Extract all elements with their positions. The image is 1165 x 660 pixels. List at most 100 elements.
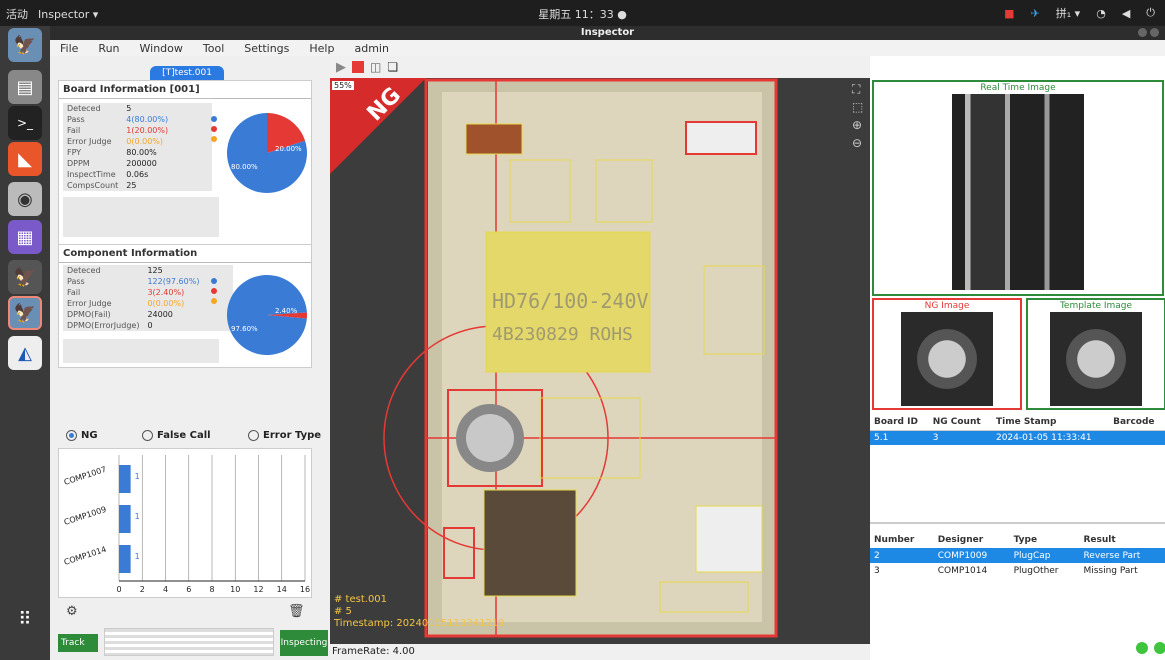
component-info-table: Deteced 125 Pass 122(97.60%) Fail 3(2.40%) Err… xyxy=(63,265,234,331)
inspecting-button[interactable]: Inspecting xyxy=(280,630,328,656)
camera-icon[interactable]: ◉ xyxy=(8,182,42,216)
board-info-value: 0(0.00%) xyxy=(122,136,213,147)
board-info-card: Board Information [001] Deteced 5 Pass 4(80… xyxy=(58,80,312,246)
track-button[interactable]: Track xyxy=(58,634,98,652)
job-tab[interactable]: [T]test.001 xyxy=(150,66,224,80)
media-app-icon[interactable]: ◣ xyxy=(8,142,42,176)
radio-false-call[interactable]: False Call xyxy=(142,430,211,441)
pie-fail-label: 2.40% xyxy=(275,307,298,315)
menu-file[interactable]: File xyxy=(60,42,78,55)
board-info-row: FPY 80.00% xyxy=(63,147,213,158)
bar-value-label: 1 xyxy=(135,552,140,561)
zoom-in-icon[interactable]: ⊕ xyxy=(852,118,862,132)
comp-table-header[interactable]: Number xyxy=(870,532,934,548)
volume-icon[interactable]: ◀ xyxy=(1122,7,1130,20)
stop-icon[interactable] xyxy=(352,61,364,73)
component-info-value: 125 xyxy=(143,265,234,276)
x-tick-label: 6 xyxy=(186,585,191,594)
board-info-row: DPPM 200000 xyxy=(63,158,213,169)
menu-run[interactable]: Run xyxy=(98,42,119,55)
radio-error-type[interactable]: Error Type xyxy=(248,430,321,441)
board-info-key: Error Judge xyxy=(63,136,123,147)
board-info-value: 4(80.00%) xyxy=(122,114,213,125)
template-image[interactable] xyxy=(1050,312,1142,406)
menu-settings[interactable]: Settings xyxy=(244,42,289,55)
comp-table-cell: COMP1009 xyxy=(933,548,1010,563)
board-info-row: Deteced 5 xyxy=(63,103,213,114)
component-info-row: Pass 122(97.60%) xyxy=(63,276,234,287)
wifi-icon[interactable]: ◔ xyxy=(1096,7,1106,20)
board-image-view[interactable]: HD76/100-240V 4B230829 ROHS 55% NG ⛶ ⬚ ⊕… xyxy=(330,78,870,644)
board-info-value: 200000 xyxy=(122,158,213,169)
video-app-icon[interactable]: ▦ xyxy=(8,220,42,254)
power-icon[interactable]: ⏻ xyxy=(1146,6,1155,20)
pie-fail-label: 20.00% xyxy=(275,145,302,153)
fit-icon[interactable]: ⛶ xyxy=(852,82,860,97)
split-view-icon[interactable]: ◫ xyxy=(370,60,381,74)
bar-value-label: 1 xyxy=(135,472,140,481)
clock[interactable]: 星期五 11：33 ● xyxy=(0,6,1165,22)
judge-status-dot xyxy=(211,136,217,142)
board-table-header[interactable]: Barcode xyxy=(1109,414,1165,430)
realtime-image[interactable] xyxy=(952,94,1084,290)
ng-image[interactable] xyxy=(901,312,993,406)
bar-value-label: 1 xyxy=(135,512,140,521)
radio-ng[interactable]: NG xyxy=(66,430,98,441)
eagle-app-icon[interactable]: 🦅 xyxy=(8,28,42,62)
bar-comp1007[interactable] xyxy=(119,465,131,493)
actual-size-icon[interactable]: ⬚ xyxy=(852,100,863,114)
app-grid-icon[interactable]: ⠿ xyxy=(8,602,42,636)
zoom-out-icon[interactable]: ⊖ xyxy=(852,136,862,150)
board-info-value: 1(20.00%) xyxy=(122,125,213,136)
comp-table-row[interactable]: 2 COMP1009 PlugCap Reverse Part xyxy=(870,548,1165,563)
inspector-app-icon[interactable]: 🦅 xyxy=(8,296,42,330)
ime-indicator[interactable]: 拼₁ ▾ xyxy=(1056,5,1080,21)
layers-icon[interactable]: ❏ xyxy=(387,60,398,74)
terminal-icon[interactable]: >_ xyxy=(8,106,42,140)
editor-app-icon[interactable]: ◭ xyxy=(8,336,42,370)
close-button[interactable] xyxy=(1150,28,1159,37)
board-table-header[interactable]: Time Stamp xyxy=(991,414,1110,430)
pcb-label-2: 4B230829 ROHS xyxy=(492,324,633,345)
x-tick-label: 14 xyxy=(277,585,287,594)
comp-table-cell: 2 xyxy=(870,548,934,563)
radio-ng-indicator[interactable] xyxy=(66,430,77,441)
play-icon[interactable]: ▶ xyxy=(336,60,346,75)
component-info-key: DPMO(Fail) xyxy=(63,309,144,320)
network-icon[interactable]: ✈ xyxy=(1031,7,1040,20)
bar-comp1014[interactable] xyxy=(119,545,131,573)
comp-table-cell: 3 xyxy=(874,565,880,576)
bird-app-icon[interactable]: 🦅 xyxy=(8,260,42,294)
settings-icon[interactable]: ⚙ xyxy=(66,604,78,619)
component-info-key: Fail xyxy=(63,287,144,298)
component-info-value: 0 xyxy=(143,320,234,331)
record-icon[interactable]: ■ xyxy=(1004,7,1014,20)
board-table-row[interactable]: 5.1 3 2024-01-05 11:33:41 xyxy=(870,430,1165,445)
comp-table-header[interactable]: Designer xyxy=(933,532,1010,548)
menu-window[interactable]: Window xyxy=(140,42,183,55)
status-light-1 xyxy=(1136,642,1148,654)
menu-help[interactable]: Help xyxy=(309,42,334,55)
trash-icon[interactable]: 🗑 xyxy=(288,604,305,619)
comp-table-header[interactable]: Result xyxy=(1079,532,1165,548)
board-table-header[interactable]: NG Count xyxy=(928,414,992,430)
minimize-button[interactable] xyxy=(1138,28,1147,37)
component-info-row: Deteced 125 xyxy=(63,265,234,276)
radio-error-type-indicator[interactable] xyxy=(248,430,259,441)
component-pie-chart: 97.60% 2.40% xyxy=(227,275,307,356)
board-table-header[interactable]: Board ID xyxy=(870,414,929,430)
realtime-image-title: Real Time Image xyxy=(980,83,1056,93)
comp-table-header[interactable]: Type xyxy=(1009,532,1080,548)
menu-user[interactable]: admin xyxy=(354,42,388,55)
bar-comp1009[interactable] xyxy=(119,505,131,533)
comp-table-row[interactable]: 3 COMP1014 PlugOther Missing Part xyxy=(870,563,1165,578)
radio-false-call-indicator[interactable] xyxy=(142,430,153,441)
menu-tool[interactable]: Tool xyxy=(203,42,224,55)
file-manager-icon[interactable]: ▤ xyxy=(8,70,42,104)
pass-status-dot xyxy=(211,278,217,284)
board-result-table: Board ID NG Count Time Stamp Barcode 5.1 3 20… xyxy=(870,414,1165,445)
comp-table-cell: Missing Part xyxy=(1083,565,1138,576)
board-info-value: 25 xyxy=(122,180,213,191)
realtime-image-box: Real Time Image xyxy=(872,80,1164,296)
window-title: Inspector xyxy=(580,27,635,38)
